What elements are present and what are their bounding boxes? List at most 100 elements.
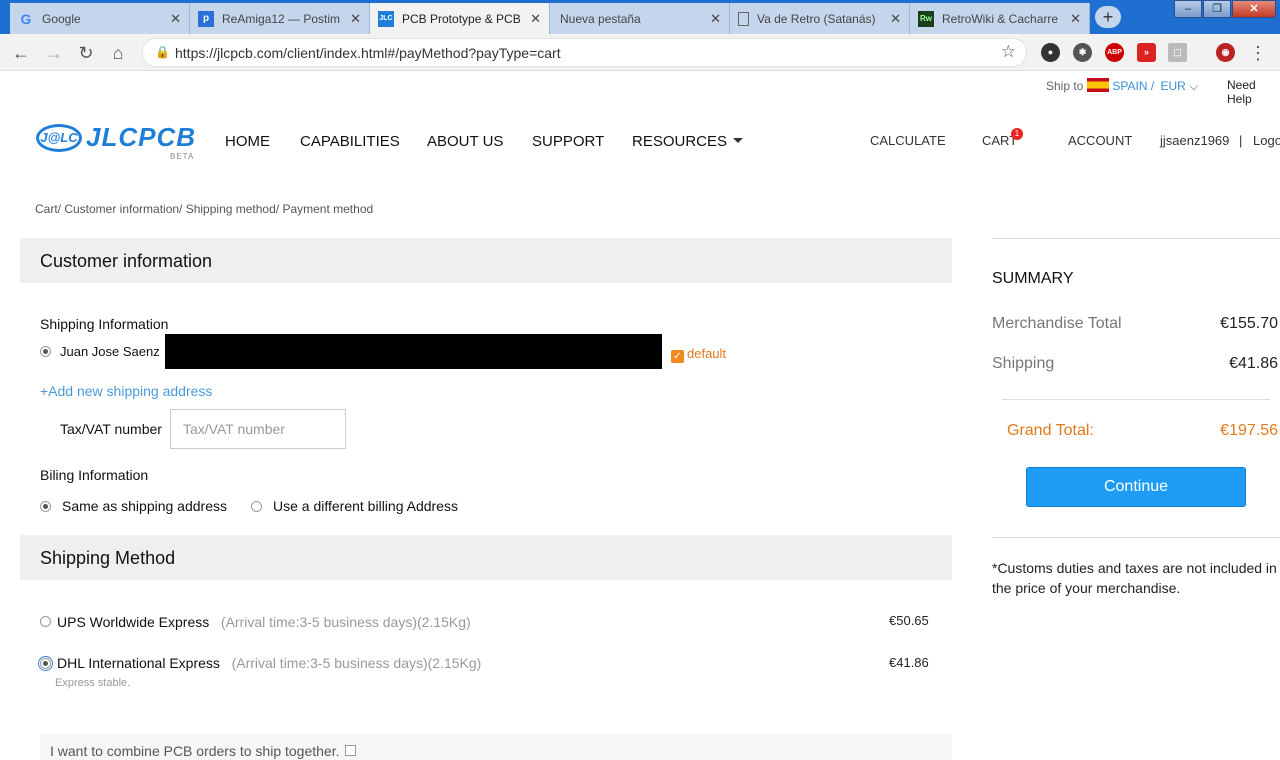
combine-orders-checkbox[interactable] (345, 745, 356, 756)
close-tab-icon[interactable]: ✕ (530, 11, 541, 27)
billing-same-label[interactable]: Same as shipping address (62, 498, 227, 514)
browser-tab-bar: G Google ✕ p ReAmiga12 — Postim ✕ JLC PC… (0, 0, 1280, 34)
bookmark-star-icon[interactable]: ☆ (1001, 42, 1016, 62)
ups-radio[interactable] (40, 616, 51, 627)
address-bar[interactable]: 🔒 https://jlcpcb.com/client/index.html#/… (142, 38, 1027, 67)
tab-retrowiki[interactable]: Rw RetroWiki & Cacharre ✕ (910, 3, 1090, 34)
merchandise-total-value: €155.70 (1220, 315, 1278, 332)
dhl-radio[interactable] (38, 656, 53, 671)
close-tab-icon[interactable]: ✕ (710, 11, 721, 27)
checkmark-icon: ✓ (671, 350, 684, 363)
customer-info-header: Customer information (20, 238, 952, 283)
close-tab-icon[interactable]: ✕ (170, 11, 181, 27)
forward-arrow-icon[interactable]: → (43, 42, 65, 64)
lock-icon: 🔒 (155, 45, 170, 59)
chevron-down-icon: ⌵ (1189, 79, 1199, 93)
ups-detail: (Arrival time:3-5 business days)(2.15Kg) (220, 614, 471, 630)
tab-reamiga[interactable]: p ReAmiga12 — Postim ✕ (190, 3, 370, 34)
browser-toolbar: ← → ↻ ⌂ 🔒 https://jlcpcb.com/client/inde… (0, 34, 1280, 71)
pdf-extension-icon[interactable]: ⬚ (1168, 43, 1187, 62)
close-tab-icon[interactable]: ✕ (1070, 11, 1081, 27)
combine-orders-row: I want to combine PCB orders to ship tog… (40, 734, 952, 760)
breadcrumb: Cart/ Customer information/ Shipping met… (35, 202, 374, 216)
postimg-favicon-icon: p (198, 10, 214, 27)
nav-support[interactable]: SUPPORT (532, 133, 604, 150)
url-text[interactable]: https://jlcpcb.com/client/index.html#/pa… (175, 45, 561, 61)
grand-total-value: €197.56 (1220, 422, 1278, 439)
shipping-label: Shipping (992, 355, 1055, 372)
back-arrow-icon[interactable]: ← (10, 42, 32, 64)
reload-icon[interactable]: ↻ (75, 42, 97, 64)
logo-beta: BETA (170, 152, 195, 161)
ship-to-selector[interactable]: Ship to SPAIN / EUR ⌵ (1046, 78, 1198, 94)
browser-menu-icon[interactable]: ⋮ (1247, 42, 1269, 64)
need-help-link[interactable]: Need Help (1227, 78, 1280, 106)
home-icon[interactable]: ⌂ (107, 42, 129, 64)
ups-option[interactable]: UPS Worldwide Express (Arrival time:3-5 … (57, 614, 471, 630)
customs-note: *Customs duties and taxes are not includ… (992, 560, 1277, 596)
billing-same-radio[interactable] (40, 501, 51, 512)
summary-divider (992, 537, 1280, 538)
nav-capabilities[interactable]: CAPABILITIES (300, 133, 400, 150)
summary-divider (1002, 399, 1270, 400)
ups-name: UPS Worldwide Express (57, 614, 210, 630)
extension-icon[interactable]: ● (1041, 43, 1060, 62)
tab-jlcpcb[interactable]: JLC PCB Prototype & PCB ✕ (370, 3, 550, 34)
dhl-detail: (Arrival time:3-5 business days)(2.15Kg) (231, 655, 482, 671)
address-name: Juan Jose Saenz (60, 344, 160, 359)
nav-resources-label: RESOURCES (632, 133, 728, 150)
media-extension-icon[interactable]: » (1137, 43, 1156, 62)
maximize-icon[interactable]: ❐ (1203, 0, 1231, 18)
dhl-name: DHL International Express (57, 655, 220, 671)
default-address-badge: ✓ default (671, 346, 726, 363)
billing-different-label[interactable]: Use a different billing Address (273, 498, 458, 514)
tab-title: Va de Retro (Satanás) (757, 11, 876, 26)
add-shipping-address-link[interactable]: +Add new shipping address (40, 383, 212, 399)
spain-flag-icon (1087, 78, 1110, 92)
close-tab-icon[interactable]: ✕ (350, 11, 361, 27)
summary-title: SUMMARY (992, 270, 1074, 287)
dhl-option[interactable]: DHL International Express (Arrival time:… (57, 655, 481, 671)
adblock-plus-icon[interactable]: ABP (1105, 43, 1124, 62)
profile-avatar[interactable]: ◉ (1216, 43, 1235, 62)
tab-title: RetroWiki & Cacharre (942, 11, 1059, 26)
close-tab-icon[interactable]: ✕ (890, 11, 901, 27)
nav-resources[interactable]: RESOURCES (632, 133, 744, 150)
minimize-icon[interactable]: – (1174, 0, 1202, 18)
retrowiki-favicon-icon: Rw (918, 10, 934, 27)
username-link[interactable]: jjsaenz1969 (1160, 133, 1229, 148)
new-tab-button[interactable]: + (1095, 6, 1121, 28)
logo-word: JLCPCB (86, 122, 197, 152)
tab-google[interactable]: G Google ✕ (10, 3, 190, 34)
section-title: Customer information (40, 251, 213, 271)
extension-film-icon[interactable]: ✱ (1073, 43, 1092, 62)
cart-count-badge: 1 (1011, 128, 1023, 140)
google-favicon-icon: G (20, 10, 32, 27)
caret-down-icon (733, 138, 744, 143)
continue-button[interactable]: Continue (1026, 467, 1246, 507)
shipping-info-label: Shipping Information (40, 316, 169, 332)
billing-different-radio[interactable] (251, 501, 262, 512)
tax-label: Tax/VAT number (60, 421, 162, 437)
calculate-link[interactable]: CALCULATE (870, 133, 946, 148)
close-window-icon[interactable]: ✕ (1232, 0, 1276, 18)
default-label: default (687, 346, 727, 361)
address-radio[interactable] (40, 346, 51, 357)
tab-title: Nueva pestaña (560, 11, 641, 26)
section-title: Shipping Method (40, 548, 176, 568)
nav-about-us[interactable]: ABOUT US (427, 133, 503, 150)
dhl-price: €41.86 (889, 655, 929, 670)
summary-divider (992, 238, 1280, 239)
nav-separator: | (1239, 133, 1243, 148)
tax-vat-input[interactable] (170, 409, 346, 449)
window-controls: – ❐ ✕ (1173, 0, 1276, 18)
combine-orders-label: I want to combine PCB orders to ship tog… (50, 743, 340, 759)
logout-link[interactable]: Logo (1253, 133, 1280, 148)
merchandise-total-label: Merchandise Total (992, 315, 1122, 332)
grand-total-label: Grand Total: (1007, 422, 1094, 439)
tab-va-de-retro[interactable]: Va de Retro (Satanás) ✕ (730, 3, 910, 34)
account-link[interactable]: ACCOUNT (1068, 133, 1132, 148)
dhl-note: Express stable. (55, 677, 131, 689)
tab-nueva[interactable]: Nueva pestaña ✕ (550, 3, 730, 34)
nav-home[interactable]: HOME (225, 133, 270, 150)
